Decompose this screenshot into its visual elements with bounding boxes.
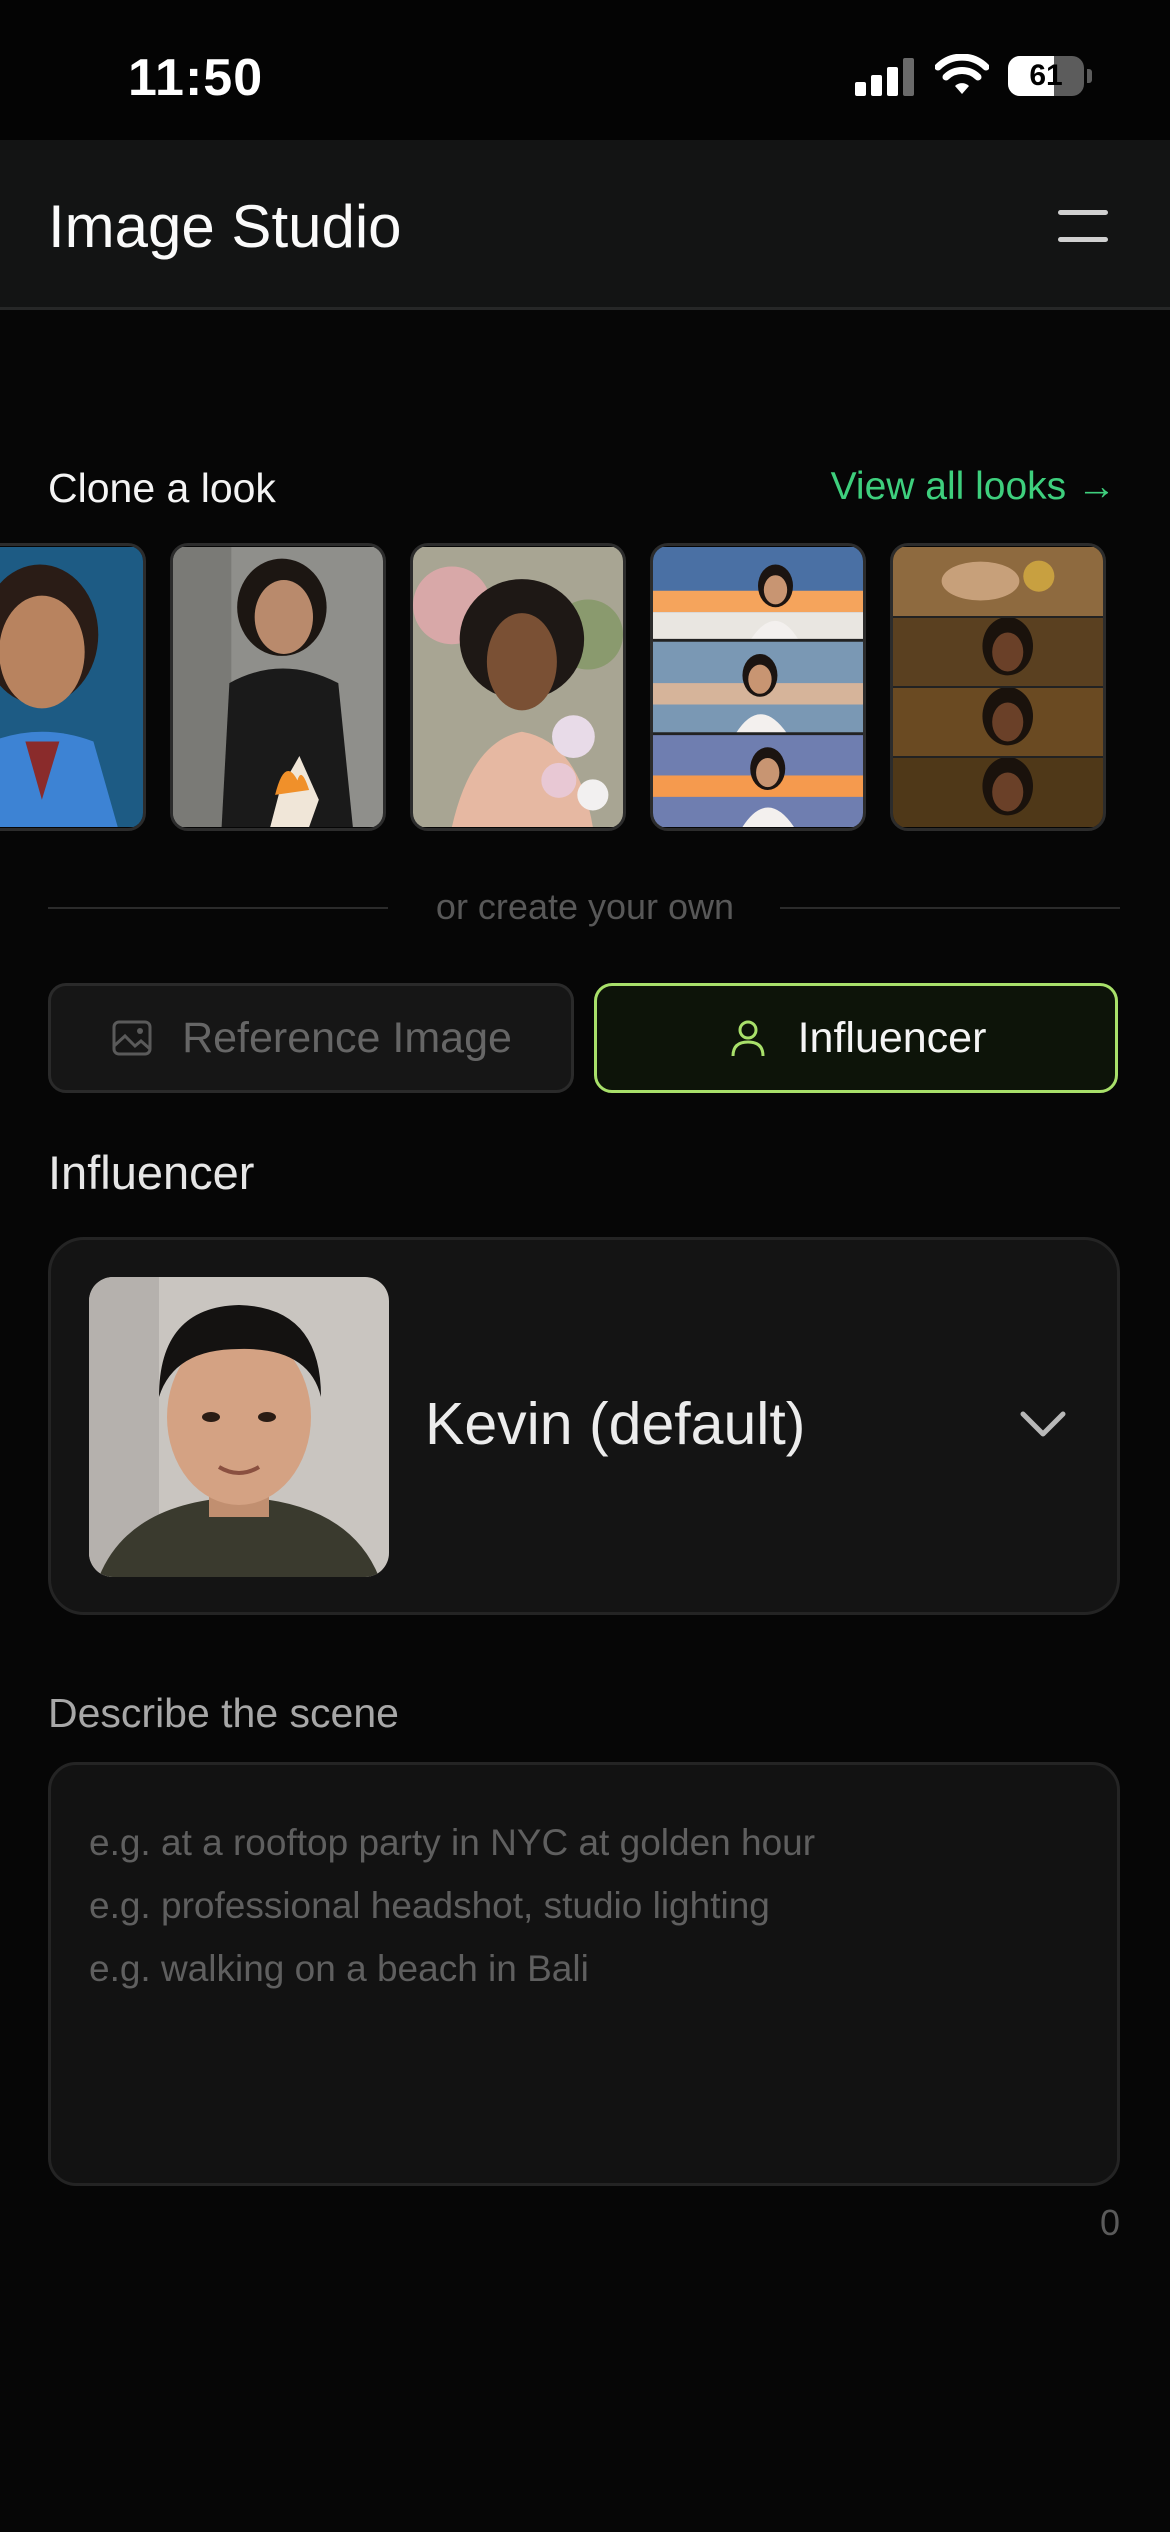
app-title: Image Studio — [48, 193, 402, 260]
chevron-down-icon[interactable] — [1017, 1406, 1069, 1442]
tab-influencer[interactable]: Influencer — [594, 983, 1118, 1093]
tab-reference-image[interactable]: Reference Image — [48, 983, 574, 1093]
scene-label: Describe the scene — [48, 1690, 399, 1736]
look-thumbnail-forest-collage — [893, 547, 1103, 827]
look-thumbnail-woman-black-suit — [173, 547, 383, 827]
tab-reference-label: Reference Image — [182, 1013, 512, 1062]
hamburger-menu-icon[interactable] — [1058, 206, 1108, 246]
battery-icon: 61 — [1008, 56, 1092, 96]
look-thumbnail-woman-flowers — [413, 547, 623, 827]
divider-line-right — [780, 907, 1120, 909]
scene-textarea[interactable]: e.g. at a rooftop party in NYC at golden… — [48, 1762, 1120, 2186]
influencer-name: Kevin (default) — [425, 1391, 806, 1457]
tab-influencer-label: Influencer — [797, 1013, 987, 1062]
battery-percent: 61 — [1029, 59, 1063, 92]
looks-carousel[interactable] — [0, 543, 1170, 833]
status-bar: 11:50 61 — [0, 0, 1170, 140]
look-card[interactable] — [410, 543, 626, 831]
look-thumbnail-sparklers-collage — [653, 547, 863, 827]
look-thumbnail-woman-blue-shirt — [0, 547, 143, 827]
influencer-section-label: Influencer — [48, 1146, 255, 1199]
influencer-dropdown[interactable]: Kevin (default) — [48, 1237, 1120, 1615]
avatar — [89, 1277, 389, 1577]
wifi-icon — [935, 54, 989, 94]
person-icon — [731, 1020, 765, 1057]
look-card[interactable] — [890, 543, 1106, 831]
character-count: 0 — [1099, 2202, 1120, 2243]
view-all-looks-link[interactable]: View all looks → — [831, 465, 1116, 509]
cellular-signal-icon — [855, 58, 915, 96]
clone-section-title: Clone a look — [48, 465, 276, 511]
look-card[interactable] — [170, 543, 386, 831]
image-icon — [112, 1020, 152, 1056]
scene-placeholder: e.g. at a rooftop party in NYC at golden… — [89, 1822, 816, 1989]
app-header: Image Studio — [0, 140, 1170, 310]
status-time: 11:50 — [128, 49, 264, 107]
look-card[interactable] — [0, 543, 146, 831]
look-card[interactable] — [650, 543, 866, 831]
